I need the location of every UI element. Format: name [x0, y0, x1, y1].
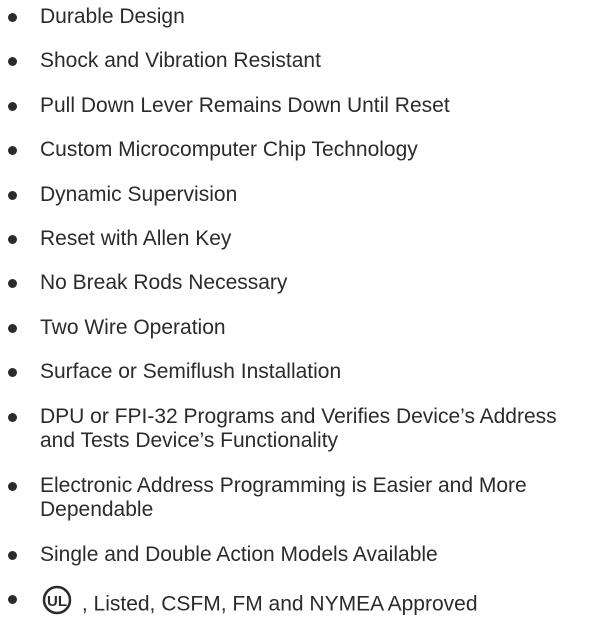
bullet-icon [8, 368, 17, 377]
feature-text: Two Wire Operation [40, 316, 226, 339]
feature-item: No Break Rods Necessary [0, 271, 287, 295]
bullet-icon [8, 13, 17, 22]
feature-text: Dynamic Supervision [40, 183, 238, 206]
feature-item-approvals: UL , Listed, CSFM, FM and NYMEA Approved [0, 585, 478, 623]
feature-item: Dynamic Supervision [0, 183, 237, 207]
bullet-icon [8, 235, 17, 244]
bullet-icon [8, 482, 17, 491]
bullet-icon [8, 57, 17, 66]
feature-text: Pull Down Lever Remains Down Until Reset [40, 94, 450, 117]
feature-item: Pull Down Lever Remains Down Until Reset [0, 94, 450, 118]
feature-item: Custom Microcomputer Chip Technology [0, 138, 418, 162]
feature-item: Two Wire Operation [0, 316, 226, 340]
approvals-text: , Listed, CSFM, FM and NYMEA Approved [81, 592, 478, 616]
feature-text: DPU or FPI-32 Programs and Verifies Devi… [40, 405, 557, 452]
feature-item: DPU or FPI-32 Programs and Verifies Devi… [0, 405, 560, 453]
feature-text: Custom Microcomputer Chip Technology [40, 138, 418, 161]
feature-item: Surface or Semiflush Installation [0, 360, 341, 384]
bullet-icon [8, 191, 17, 200]
feature-text: Reset with Allen Key [40, 227, 232, 250]
bullet-icon [8, 102, 17, 111]
feature-text: Electronic Address Programming is Easier… [40, 474, 527, 521]
bullet-icon [8, 324, 17, 333]
feature-text: Shock and Vibration Resistant [40, 49, 321, 72]
bullet-icon [8, 551, 17, 560]
feature-item: Single and Double Action Models Availabl… [0, 543, 438, 567]
feature-text: Durable Design [40, 5, 185, 28]
bullet-icon [8, 146, 17, 155]
bullet-icon [8, 413, 17, 422]
bullet-icon [8, 279, 17, 288]
feature-item: Reset with Allen Key [0, 227, 231, 251]
feature-text: No Break Rods Necessary [40, 271, 288, 294]
feature-item: Electronic Address Programming is Easier… [0, 474, 530, 522]
bullet-icon [8, 595, 17, 604]
ul-logo-icon: UL [40, 585, 74, 621]
feature-item: Shock and Vibration Resistant [0, 49, 321, 73]
feature-text: Surface or Semiflush Installation [40, 360, 342, 383]
feature-text: Single and Double Action Models Availabl… [40, 543, 438, 566]
svg-text:UL: UL [47, 593, 67, 610]
feature-item: Durable Design [0, 5, 185, 29]
